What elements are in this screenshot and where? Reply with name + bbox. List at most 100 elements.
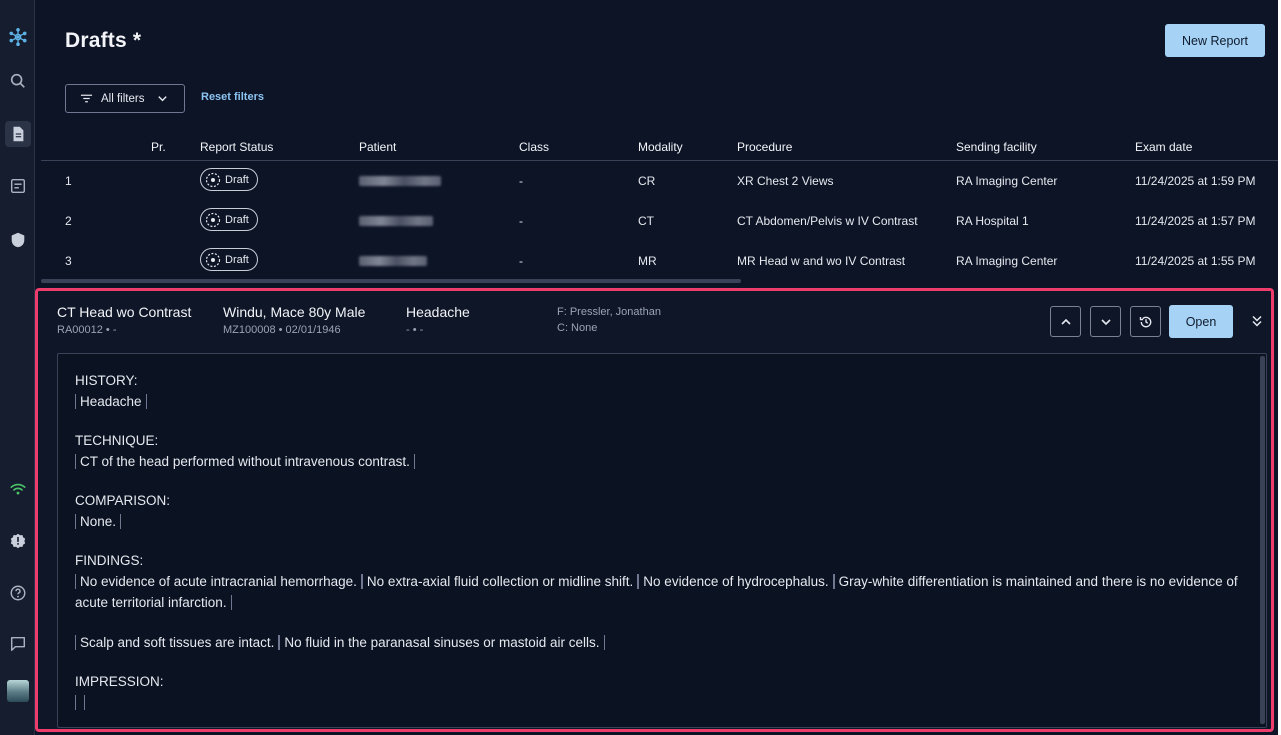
open-report-button[interactable]: Open [1169,305,1233,338]
findings-heading: FINDINGS: [75,553,144,568]
shield-icon[interactable] [5,227,31,253]
cc-physician: C: None [557,322,598,334]
class-cell: - [519,174,523,188]
technique-section: TECHNIQUE: CT of the head performed with… [75,431,1266,472]
procedure-cell: XR Chest 2 Views [737,174,834,188]
column-header-procedure[interactable]: Procedure [737,140,792,154]
new-report-button[interactable]: New Report [1165,24,1265,57]
exam-date-cell: 11/24/2025 at 1:57 PM [1135,214,1256,228]
report-fragment-empty[interactable] [75,695,85,710]
patient-name-redacted [359,216,433,226]
previous-report-button[interactable] [1050,306,1081,337]
report-fragment[interactable]: CT of the head performed without intrave… [75,454,415,469]
comparison-heading: COMPARISON: [75,493,171,508]
table-row[interactable]: 3 Draft - MR MR Head w and wo IV Contras… [41,241,1278,281]
chevron-down-icon [158,96,168,102]
column-header-exam-date[interactable]: Exam date [1135,140,1192,154]
report-fragment[interactable]: No evidence of acute intracranial hemorr… [75,574,362,589]
reset-filters-link[interactable]: Reset filters [201,91,264,103]
modality-cell: CT [638,214,654,228]
report-list-icon[interactable] [5,173,31,199]
findings-section: FINDINGS: No evidence of acute intracran… [75,551,1266,653]
table-horizontal-scrollbar[interactable] [41,279,741,283]
status-badge: Draft [200,248,258,271]
column-header-status[interactable]: Report Status [200,140,273,154]
column-header-patient[interactable]: Patient [359,140,396,154]
sidebar [0,0,35,735]
comparison-section: COMPARISON: None. [75,491,1266,532]
modality-cell: MR [638,254,657,268]
report-fragment[interactable]: No evidence of hydrocephalus. [638,574,834,589]
patient-name-redacted [359,176,441,186]
status-badge: Draft [200,208,258,231]
patient-mrn-dob: MZ100008 • 02/01/1946 [223,324,341,336]
row-number: 1 [65,174,72,188]
patient-name-redacted [359,256,427,266]
exam-date-cell: 11/24/2025 at 1:59 PM [1135,174,1256,188]
alert-icon[interactable] [5,528,31,554]
report-fragment[interactable]: No fluid in the paranasal sinuses or mas… [279,635,605,650]
technique-heading: TECHNIQUE: [75,433,159,448]
report-fragment[interactable]: None. [75,514,122,529]
column-header-facility[interactable]: Sending facility [956,140,1037,154]
procedure-cell: MR Head w and wo IV Contrast [737,254,906,268]
table-header: Pr. Report Status Patient Class Modality… [41,132,1278,161]
patient-summary: Windu, Mace 80y Male MZ100008 • 02/01/19… [223,304,365,336]
editor-scrollbar[interactable] [1260,356,1265,724]
drafts-table: Pr. Report Status Patient Class Modality… [41,132,1278,281]
report-fragment[interactable]: Scalp and soft tissues are intact. [75,635,280,650]
draft-status-icon [205,172,221,187]
reason-summary: Headache - • - [406,304,470,336]
facility-cell: RA Hospital 1 [956,214,1029,228]
avatar[interactable] [7,680,29,702]
document-icon[interactable] [5,121,31,147]
page-title: Drafts * [65,29,142,52]
draft-status-icon [205,252,221,267]
status-label: Draft [225,253,249,266]
report-fragment[interactable]: No extra-axial fluid collection or midli… [361,574,639,589]
from-physician: F: Pressler, Jonathan [557,306,661,318]
next-report-button[interactable] [1090,306,1121,337]
draft-status-icon [205,212,221,227]
table-row[interactable]: 1 Draft - CR XR Chest 2 Views RA Imaging… [41,161,1278,201]
exam-date-cell: 11/24/2025 at 1:55 PM [1135,254,1256,268]
accession-number: RA00012 • - [57,324,117,336]
impression-section: IMPRESSION: [75,672,1266,713]
chevron-up-icon [1060,318,1071,325]
status-badge: Draft [200,168,258,191]
history-button[interactable] [1130,306,1161,337]
modality-cell: CR [638,174,656,188]
row-number: 3 [65,254,72,268]
history-section: HISTORY: Headache [75,371,1266,412]
app-window: Drafts * New Report All filters Reset fi… [0,0,1278,735]
procedure-cell: CT Abdomen/Pelvis w IV Contrast [737,214,918,228]
class-cell: - [519,214,523,228]
collapse-panel-icon[interactable] [1249,313,1265,329]
report-preview-panel: CT Head wo Contrast RA00012 • - Windu, M… [35,288,1274,732]
exam-reason: Headache [406,304,470,320]
report-fragment[interactable]: Headache [75,394,147,409]
facility-cell: RA Imaging Center [956,254,1058,268]
history-heading: HISTORY: [75,373,138,388]
table-row[interactable]: 2 Draft - CT CT Abdomen/Pelvis w IV Cont… [41,201,1278,241]
facility-cell: RA Imaging Center [956,174,1058,188]
status-label: Draft [225,173,249,186]
chat-icon[interactable] [5,631,31,657]
wifi-icon [5,476,31,502]
all-filters-label: All filters [101,92,145,105]
search-icon[interactable] [5,68,31,94]
column-header-priority[interactable]: Pr. [151,140,166,154]
exam-reason-sub: - • - [406,324,424,336]
row-number: 2 [65,214,72,228]
column-header-class[interactable]: Class [519,140,549,154]
procedure-title: CT Head wo Contrast [57,304,192,320]
report-text-editor[interactable]: HISTORY: Headache TECHNIQUE: CT of the h… [57,353,1267,728]
app-logo-icon[interactable] [5,24,31,50]
help-icon[interactable] [5,580,31,606]
impression-heading: IMPRESSION: [75,674,164,689]
procedure-summary: CT Head wo Contrast RA00012 • - [57,304,191,336]
all-filters-button[interactable]: All filters [65,84,185,113]
patient-name: Windu, Mace 80y Male [223,304,366,320]
status-label: Draft [225,213,249,226]
column-header-modality[interactable]: Modality [638,140,683,154]
